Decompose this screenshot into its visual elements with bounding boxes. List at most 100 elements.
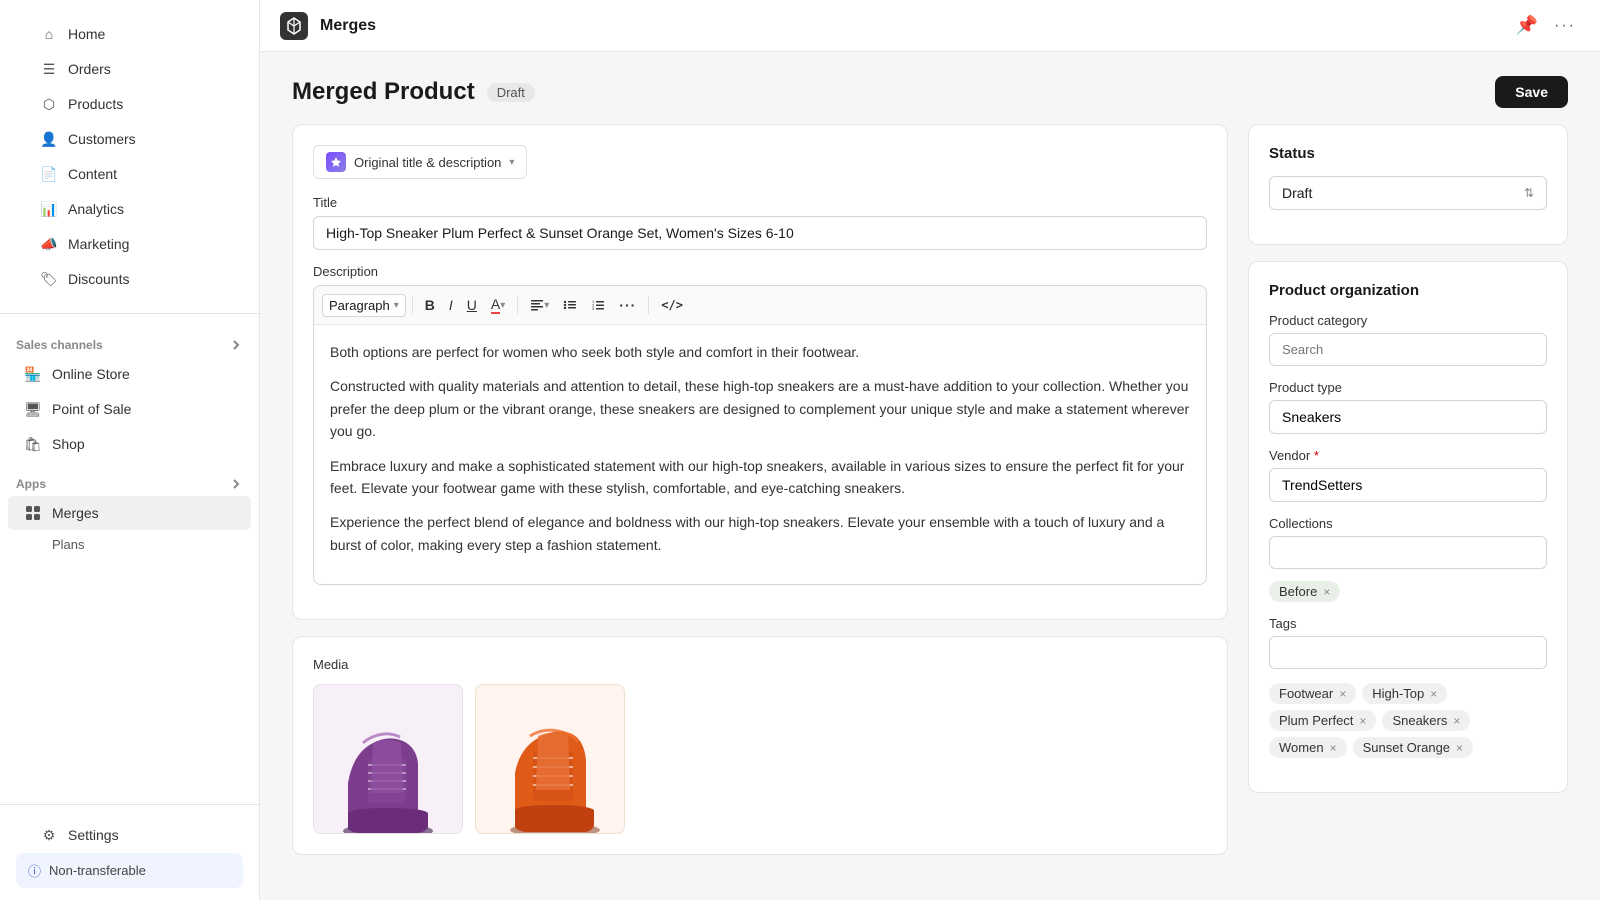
paragraph-chevron-icon: ▾ (394, 300, 399, 311)
tag-sunset-orange[interactable]: Sunset Orange × (1353, 737, 1473, 758)
status-chevron-icon: ⇅ (1524, 186, 1534, 200)
toolbar-divider-1 (412, 296, 413, 314)
sidebar-item-point-of-sale[interactable]: 🖥 Point of Sale (8, 392, 251, 426)
sidebar-item-settings[interactable]: ⚙ Settings (24, 818, 235, 852)
product-category-input[interactable] (1269, 333, 1547, 366)
collections-label: Collections (1269, 516, 1547, 531)
product-category-label: Product category (1269, 313, 1547, 328)
settings-icon: ⚙ (40, 826, 58, 844)
content-grid: Original title & description ▾ Title Des… (292, 124, 1568, 876)
align-button[interactable]: ▾ (524, 294, 555, 316)
tags-input[interactable] (1269, 636, 1547, 669)
media-thumb-plum[interactable] (313, 684, 463, 834)
merges-icon (24, 504, 42, 522)
numbered-list-button[interactable]: 1. 2. 3. (585, 294, 611, 316)
bullet-list-button[interactable] (557, 294, 583, 316)
title-input[interactable] (313, 216, 1207, 250)
product-type-group: Product type (1269, 380, 1547, 434)
code-view-button[interactable]: </> (655, 294, 689, 316)
sidebar-item-marketing[interactable]: 📣 Marketing (24, 227, 235, 261)
vendor-label: Vendor * (1269, 448, 1547, 463)
description-para-1: Both options are perfect for women who s… (330, 341, 1190, 363)
discounts-icon: 🏷 (40, 270, 58, 288)
collections-input[interactable] (1269, 536, 1547, 569)
tag-sneakers[interactable]: Sneakers × (1382, 710, 1470, 731)
remove-collection-before[interactable]: × (1323, 585, 1330, 599)
sidebar-item-plans[interactable]: Plans (8, 531, 251, 558)
product-type-input[interactable] (1269, 400, 1547, 434)
toolbar-divider-2 (517, 296, 518, 314)
sidebar-item-customers[interactable]: 👤 Customers (24, 122, 235, 156)
product-category-group: Product category (1269, 313, 1547, 366)
editor-content[interactable]: Both options are perfect for women who s… (314, 325, 1206, 584)
media-grid (313, 684, 1207, 834)
collection-tag-before[interactable]: Before × (1269, 581, 1340, 602)
vendor-input[interactable] (1269, 468, 1547, 502)
product-org-card: Product organization Product category Pr… (1248, 261, 1568, 793)
info-icon: ⓘ (28, 861, 41, 880)
description-para-3: Embrace luxury and make a sophisticated … (330, 455, 1190, 500)
description-field-group: Description Paragraph ▾ B I U (313, 264, 1207, 585)
tags-group: Tags Footwear × High-Top × (1269, 616, 1547, 758)
tag-plum-perfect[interactable]: Plum Perfect × (1269, 710, 1376, 731)
sidebar-item-orders[interactable]: ☰ Orders (24, 52, 235, 86)
collections-tags: Before × (1269, 581, 1547, 602)
media-thumb-orange[interactable] (475, 684, 625, 834)
remove-tag-footwear[interactable]: × (1339, 687, 1346, 701)
sidebar-item-discounts[interactable]: 🏷 Discounts (24, 262, 235, 296)
sales-channels-label: Sales channels (0, 330, 259, 356)
ai-icon (326, 152, 346, 172)
remove-tag-sunset-orange[interactable]: × (1456, 741, 1463, 755)
pos-icon: 🖥 (24, 400, 42, 418)
description-label: Description (313, 264, 1207, 279)
more-formats-button[interactable]: ··· (613, 293, 642, 317)
non-transferable-banner[interactable]: ⓘ Non-transferable (16, 853, 243, 888)
toolbar-divider-3 (648, 296, 649, 314)
sidebar-item-home[interactable]: ⌂ Home (24, 17, 235, 51)
marketing-icon: 📣 (40, 235, 58, 253)
pin-button[interactable]: 📌 (1512, 11, 1542, 40)
tag-women[interactable]: Women × (1269, 737, 1347, 758)
analytics-icon: 📊 (40, 200, 58, 218)
sidebar-item-shop[interactable]: 🛍 Shop (8, 427, 251, 461)
paragraph-select[interactable]: Paragraph ▾ (322, 294, 406, 317)
page-content: Merged Product Draft Save (260, 52, 1600, 900)
sidebar-item-analytics[interactable]: 📊 Analytics (24, 192, 235, 226)
orders-icon: ☰ (40, 60, 58, 78)
tag-footwear[interactable]: Footwear × (1269, 683, 1356, 704)
home-icon: ⌂ (40, 25, 58, 43)
page-title-row: Merged Product Draft (292, 78, 535, 106)
collections-group: Collections Before × (1269, 516, 1547, 602)
color-chevron-icon: ▾ (500, 300, 505, 311)
sidebar-item-online-store[interactable]: 🏪 Online Store (8, 357, 251, 391)
more-button[interactable]: ··· (1550, 13, 1580, 39)
italic-button[interactable]: I (443, 293, 459, 317)
top-bar-actions: 📌 ··· (1512, 11, 1580, 40)
product-org-title: Product organization (1269, 282, 1547, 299)
underline-button[interactable]: U (461, 293, 483, 317)
text-color-button[interactable]: A ▾ (485, 292, 511, 318)
ai-toolbar: Original title & description ▾ (313, 145, 1207, 179)
description-para-4: Experience the perfect blend of elegance… (330, 511, 1190, 556)
left-column: Original title & description ▾ Title Des… (292, 124, 1228, 876)
top-bar: Merges 📌 ··· (260, 0, 1600, 52)
shop-icon: 🛍 (24, 435, 42, 453)
status-select[interactable]: Draft ⇅ (1269, 176, 1547, 210)
sidebar-nav: Sales channels 🏪 Online Store 🖥 Point of… (0, 314, 259, 804)
remove-tag-women[interactable]: × (1330, 741, 1337, 755)
remove-tag-high-top[interactable]: × (1430, 687, 1437, 701)
bold-button[interactable]: B (419, 293, 441, 317)
tag-high-top[interactable]: High-Top × (1362, 683, 1447, 704)
remove-tag-plum-perfect[interactable]: × (1359, 714, 1366, 728)
sidebar-item-content[interactable]: 📄 Content (24, 157, 235, 191)
tags-label: Tags (1269, 616, 1547, 631)
save-button[interactable]: Save (1495, 76, 1568, 108)
sidebar-item-products[interactable]: ⬡ Products (24, 87, 235, 121)
product-type-label: Product type (1269, 380, 1547, 395)
page-title: Merged Product (292, 78, 475, 106)
right-column: Status Draft ⇅ Product organization Prod… (1248, 124, 1568, 876)
editor-toolbar: Paragraph ▾ B I U A ▾ (314, 286, 1206, 325)
ai-mode-button[interactable]: Original title & description ▾ (313, 145, 527, 179)
sidebar-item-merges[interactable]: Merges (8, 496, 251, 530)
remove-tag-sneakers[interactable]: × (1453, 714, 1460, 728)
